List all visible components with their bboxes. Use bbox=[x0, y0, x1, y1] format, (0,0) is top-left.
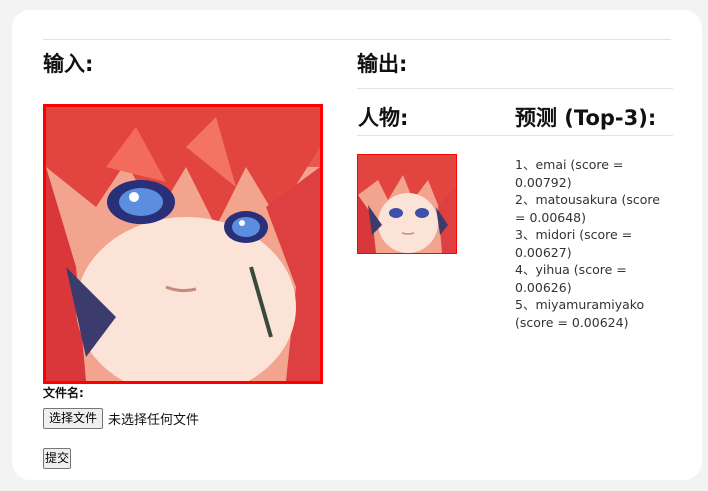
top-divider bbox=[43, 39, 671, 40]
input-heading: 输入: bbox=[43, 52, 94, 76]
prediction-list: 1、emai (score = 0.00792) 2、matousakura (… bbox=[515, 156, 667, 331]
character-thumbnail bbox=[357, 154, 457, 254]
prediction-item: 5、miyamuramiyako (score = 0.00624) bbox=[515, 297, 645, 330]
submit-button[interactable]: 提交 bbox=[43, 448, 72, 469]
prediction-column-header: 预测 (Top-3): bbox=[515, 106, 657, 130]
output-divider-header bbox=[357, 135, 673, 136]
input-section: 输入: 文件名: 选择文件 未选择任何文件 提交 bbox=[43, 50, 333, 469]
prediction-item: 2、matousakura (score = 0.00648) bbox=[515, 192, 660, 225]
prediction-item: 3、midori (score = 0.00627) bbox=[515, 227, 633, 260]
prediction-item: 4、yihua (score = 0.00626) bbox=[515, 262, 627, 295]
prediction-item: 1、emai (score = 0.00792) bbox=[515, 157, 624, 190]
choose-file-button[interactable]: 选择文件 bbox=[43, 408, 104, 429]
output-heading: 输出: bbox=[357, 52, 408, 76]
file-chooser: 选择文件 未选择任何文件 bbox=[43, 408, 199, 429]
character-column-header: 人物: bbox=[358, 106, 409, 130]
main-card: 输入: 文件名: 选择文件 未选择任何文件 提交 输出: 人物: 预测 (Top… bbox=[12, 10, 702, 480]
no-file-text: 未选择任何文件 bbox=[108, 413, 200, 428]
filename-label: 文件名: bbox=[43, 386, 84, 400]
output-section: 输出: 人物: 预测 (Top-3): 1、emai (score = 0.00… bbox=[357, 50, 673, 330]
uploaded-anime-image bbox=[43, 104, 323, 384]
output-divider-top bbox=[357, 88, 673, 89]
